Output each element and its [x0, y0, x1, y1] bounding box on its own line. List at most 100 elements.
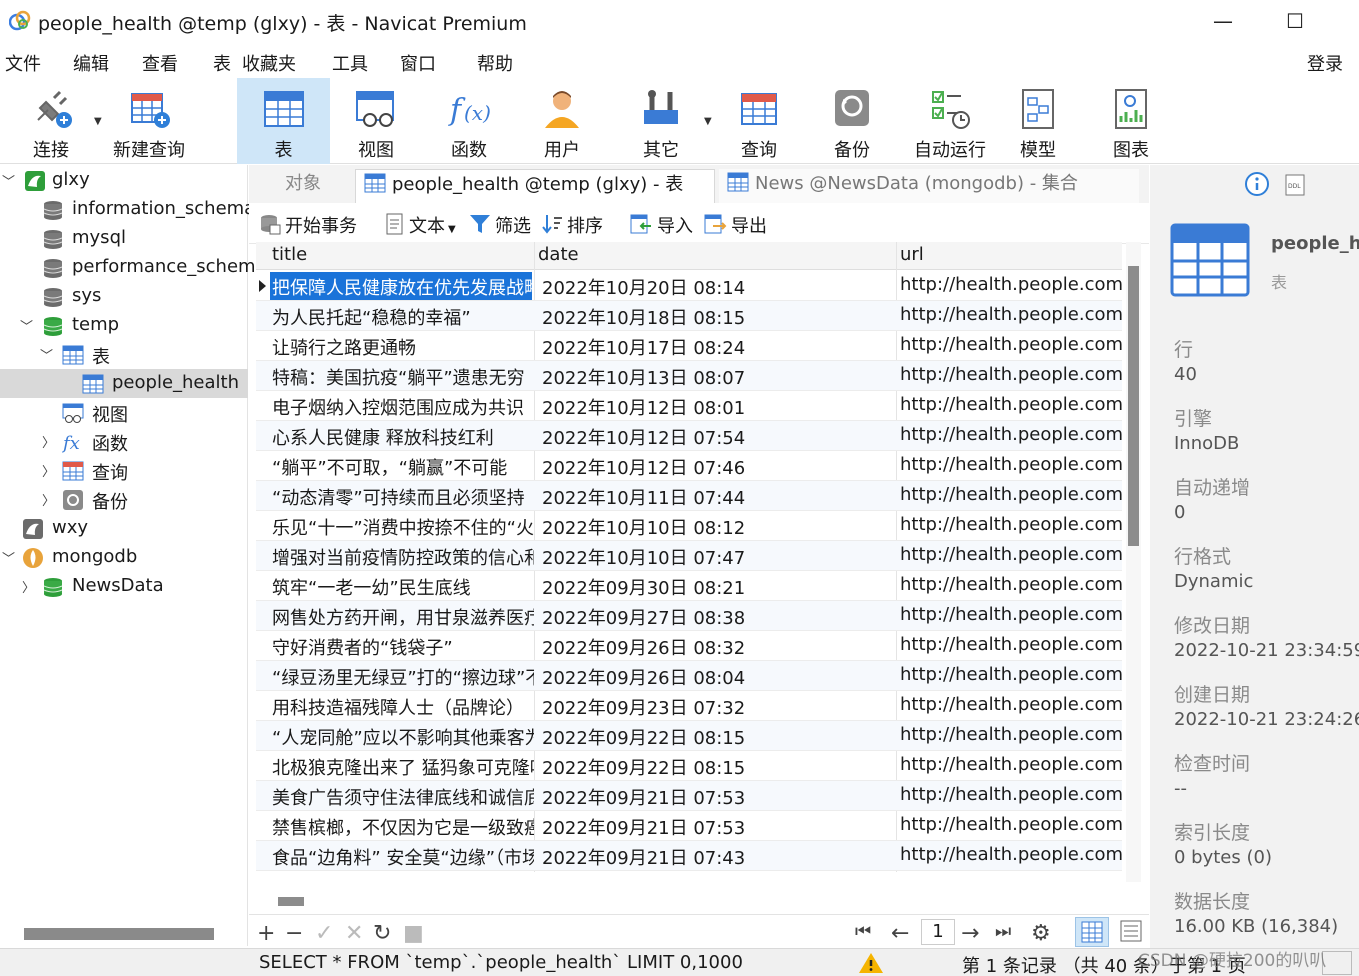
table-row[interactable]: 用科技造福残障人士（品牌论） 2022年09月23日 07:32 http://he…	[256, 691, 1122, 721]
chart-button[interactable]: 图表	[1090, 78, 1172, 164]
login-link[interactable]: 登录	[1307, 50, 1343, 76]
sidebar-horizontal-scrollbar[interactable]	[24, 928, 214, 940]
cell-url[interactable]: http://health.people.com.	[900, 724, 1122, 745]
last-page-icon[interactable]: ⏭	[995, 921, 1011, 942]
table-row[interactable]: 食品“边角料” 安全莫“边缘”（市场 2022年09月21日 07:43 http:…	[256, 841, 1122, 871]
tab-objects[interactable]: 对象	[277, 169, 355, 203]
table-row[interactable]: 心系人民健康 释放科技红利 2022年10月12日 07:54 http://hea…	[256, 421, 1122, 451]
cell-title[interactable]: 乐见“十一”消费中按捺不住的“火”	[272, 514, 534, 540]
cell-url[interactable]: http://health.people.com.	[900, 604, 1122, 625]
menu-window[interactable]: 窗口	[400, 50, 436, 76]
cell-date[interactable]: 2022年10月12日 07:54	[542, 424, 894, 450]
tree-folder-functions[interactable]: 〉 fx 函数	[0, 427, 248, 456]
cell-date[interactable]: 2022年09月21日 07:53	[542, 814, 894, 840]
tree-db-sys[interactable]: sys	[0, 282, 248, 311]
cell-title[interactable]: “绿豆汤里无绿豆”打的“擦边球”不	[272, 664, 534, 690]
cell-title[interactable]: “人宠同舱”应以不影响其他乘客为	[272, 724, 534, 750]
tree-db-performance-schema[interactable]: performance_schema	[0, 253, 267, 282]
cell-date[interactable]: 2022年10月10日 08:12	[542, 514, 894, 540]
cell-title[interactable]: 电子烟纳入控烟范围应成为共识	[272, 394, 534, 420]
connect-dropdown-icon[interactable]: ▼	[94, 116, 102, 127]
tree-db-information-schema[interactable]: information_schema	[0, 195, 255, 224]
cell-title[interactable]: 筑牢“一老一幼”民生底线	[272, 574, 534, 600]
cell-url[interactable]: http://health.people.com.	[900, 814, 1122, 835]
table-row[interactable]: 美食广告须守住法律底线和诚信底 2022年09月21日 07:53 http://h…	[256, 781, 1122, 811]
next-page-icon[interactable]: →	[961, 921, 979, 946]
table-row[interactable]: 禁售槟榔，不仅因为它是一级致癌 2022年09月21日 07:53 http://h…	[256, 811, 1122, 841]
tree-table-people-health[interactable]: people_health	[0, 369, 248, 398]
tree-db-temp[interactable]: ﹀ temp	[0, 311, 248, 340]
chevron-right-icon[interactable]: 〉	[42, 490, 55, 509]
info-icon[interactable]	[1244, 171, 1270, 197]
cell-title[interactable]: 守好消费者的“钱袋子”	[272, 634, 534, 660]
tree-connection-mongodb[interactable]: ﹀ mongodb	[0, 543, 248, 572]
cell-date[interactable]: 2022年09月27日 08:38	[542, 604, 894, 630]
previous-page-icon[interactable]: ←	[891, 921, 909, 946]
grid-vertical-scrollbar[interactable]	[1128, 266, 1139, 546]
table-row[interactable]: 守好消费者的“钱袋子” 2022年09月26日 08:32 http://healt…	[256, 631, 1122, 661]
cell-title[interactable]: “动态清零”可持续而且必须坚持	[272, 484, 534, 510]
refresh-icon[interactable]: ↻	[373, 921, 391, 946]
chevron-right-icon[interactable]: 〉	[22, 577, 35, 596]
table-row[interactable]: 为人民托起“稳稳的幸福” 2022年10月18日 08:15 http://heal…	[256, 301, 1122, 331]
discard-x-icon[interactable]: ✕	[345, 921, 363, 946]
cell-date[interactable]: 2022年10月12日 08:01	[542, 394, 894, 420]
function-button[interactable]: f (x) 函数	[428, 78, 510, 164]
cell-title[interactable]: 心系人民健康 释放科技红利	[272, 424, 534, 450]
new-query-button[interactable]: 新建查询	[106, 78, 192, 164]
table-row[interactable]: 特稿：美国抗疫“躺平”遗患无穷 2022年10月13日 08:07 http://h…	[256, 361, 1122, 391]
form-view-toggle[interactable]	[1115, 917, 1149, 947]
automation-button[interactable]: 自动运行	[904, 78, 996, 164]
table-row[interactable]: “绿豆汤里无绿豆”打的“擦边球”不 2022年09月26日 08:04 http:/…	[256, 661, 1122, 691]
tab-news-collection[interactable]: News @NewsData (mongodb) - 集合	[719, 169, 1139, 203]
cell-date[interactable]: 2022年09月23日 07:32	[542, 694, 894, 720]
table-row[interactable]: 乐见“十一”消费中按捺不住的“火” 2022年10月10日 08:12 http:/…	[256, 511, 1122, 541]
cell-title[interactable]: 让骑行之路更通畅	[272, 334, 534, 360]
warning-icon[interactable]	[858, 951, 884, 975]
cell-date[interactable]: 2022年09月30日 08:21	[542, 574, 894, 600]
query-button[interactable]: 查询	[718, 78, 800, 164]
page-number-input[interactable]: 1	[921, 919, 955, 945]
cell-url[interactable]: http://health.people.com.	[900, 694, 1122, 715]
table-row[interactable]: 电子烟纳入控烟范围应成为共识 2022年10月12日 08:01 http://he…	[256, 391, 1122, 421]
cell-title[interactable]: 为人民托起“稳稳的幸福”	[272, 304, 534, 330]
table-row[interactable]: 北极狼克隆出来了 猛犸象可克隆吗 2022年09月22日 08:15 http://…	[256, 751, 1122, 781]
view-button[interactable]: 视图	[335, 78, 417, 164]
chevron-right-icon[interactable]: 〉	[42, 461, 55, 480]
tab-people-health[interactable]: people_health @temp (glxy) - 表	[355, 169, 715, 203]
menu-edit[interactable]: 编辑	[73, 50, 109, 76]
cell-url[interactable]: http://health.people.com.	[900, 544, 1122, 565]
menu-help[interactable]: 帮助	[477, 50, 513, 76]
settings-gear-icon[interactable]: ⚙	[1031, 921, 1051, 946]
apply-check-icon[interactable]: ✓	[315, 921, 333, 946]
grid-view-toggle[interactable]	[1075, 917, 1109, 947]
cell-date[interactable]: 2022年10月20日 08:14	[542, 274, 894, 300]
tree-folder-queries[interactable]: 〉 查询	[0, 456, 248, 485]
cell-title[interactable]: 把保障人民健康放在优先发展战略	[270, 272, 532, 300]
stop-icon[interactable]: ■	[403, 921, 424, 946]
cell-date[interactable]: 2022年09月21日 07:43	[542, 844, 894, 870]
menu-tools[interactable]: 工具	[332, 50, 368, 76]
column-header-title[interactable]: title	[272, 244, 307, 265]
cell-title[interactable]: 网售处方药开闸，用甘泉滋养医疗	[272, 604, 534, 630]
tree-folder-backups[interactable]: 〉 备份	[0, 485, 248, 514]
chevron-down-icon[interactable]: ﹀	[2, 171, 15, 190]
cell-title[interactable]: 北极狼克隆出来了 猛犸象可克隆吗	[272, 754, 534, 780]
column-header-date[interactable]: date	[538, 244, 579, 265]
filter-button[interactable]: 筛选	[469, 212, 531, 238]
cell-title[interactable]: 特稿：美国抗疫“躺平”遗患无穷	[272, 364, 534, 390]
connect-button[interactable]: 连接	[8, 78, 94, 164]
tree-db-mysql[interactable]: mysql	[0, 224, 248, 253]
cell-url[interactable]: http://health.people.com.	[900, 274, 1122, 295]
cell-url[interactable]: http://health.people.com.	[900, 574, 1122, 595]
delete-record-icon[interactable]: −	[285, 921, 303, 946]
maximize-button[interactable]: ☐	[1272, 6, 1318, 36]
cell-url[interactable]: http://health.people.com.	[900, 754, 1122, 775]
table-row[interactable]: “人宠同舱”应以不影响其他乘客为 2022年09月22日 08:15 http://…	[256, 721, 1122, 751]
other-button[interactable]: 其它	[620, 78, 702, 164]
tree-db-newsdata[interactable]: 〉 NewsData	[0, 572, 248, 601]
cell-url[interactable]: http://health.people.com.	[900, 634, 1122, 655]
chevron-right-icon[interactable]: 〉	[42, 432, 55, 451]
tree-connection-wxy[interactable]: wxy	[0, 514, 248, 543]
ddl-icon[interactable]: DDL	[1283, 173, 1307, 197]
